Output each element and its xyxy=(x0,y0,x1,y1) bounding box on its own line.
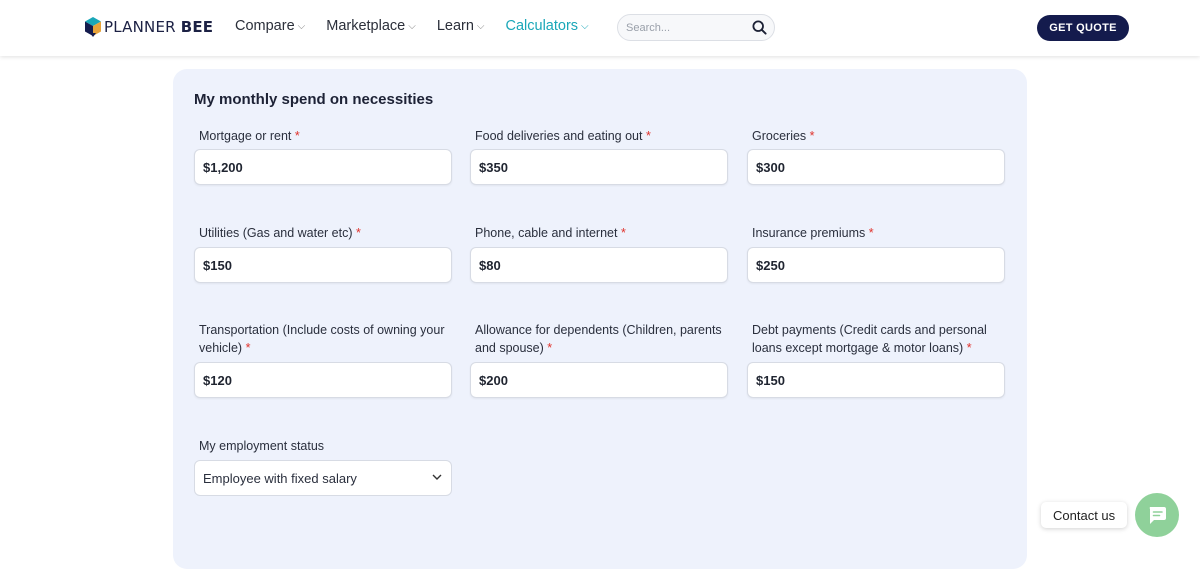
phone-input[interactable] xyxy=(470,247,728,283)
necessities-card: My monthly spend on necessities Mortgage… xyxy=(173,69,1027,569)
contact-us-label[interactable]: Contact us xyxy=(1041,502,1128,528)
search-box xyxy=(617,14,775,41)
nav-label: Learn xyxy=(436,18,474,34)
transportation-input[interactable] xyxy=(194,362,452,398)
field-utilities: Utilities (Gas and water etc) * xyxy=(194,224,452,283)
get-quote-button[interactable]: GET QUOTE xyxy=(1037,15,1129,41)
insurance-input[interactable] xyxy=(747,247,1005,283)
field-label: Insurance premiums * xyxy=(752,226,874,240)
field-label: Phone, cable and internet * xyxy=(475,226,626,240)
field-debt: Debt payments (Credit cards and personal… xyxy=(747,321,1005,398)
dependents-input[interactable] xyxy=(470,362,728,398)
field-label: My employment status xyxy=(199,439,325,453)
nav-compare[interactable]: Compare ⌵ xyxy=(235,18,305,34)
card-title: My monthly spend on necessities xyxy=(194,91,434,108)
field-groceries: Groceries * xyxy=(747,127,1005,185)
nav-learn[interactable]: Learn ⌵ xyxy=(437,18,485,34)
field-label: Food deliveries and eating out * xyxy=(475,129,651,143)
groceries-input[interactable] xyxy=(747,149,1005,185)
food-input[interactable] xyxy=(470,149,728,185)
nav-label: Calculators xyxy=(505,18,579,34)
nav-label: Compare xyxy=(235,18,295,34)
field-label: Allowance for dependents (Children, pare… xyxy=(475,323,722,355)
mortgage-input[interactable] xyxy=(194,149,452,185)
chevron-down-icon: ⌵ xyxy=(408,20,416,32)
search-icon[interactable] xyxy=(752,20,767,35)
field-transportation: Transportation (Include costs of owning … xyxy=(194,321,452,398)
field-label: Utilities (Gas and water etc) * xyxy=(199,226,361,240)
field-mortgage: Mortgage or rent * xyxy=(194,127,452,185)
employment-selected: Employee with fixed salary xyxy=(203,470,357,486)
logo-cube-icon xyxy=(85,17,101,37)
chevron-down-icon: ⌵ xyxy=(476,20,485,32)
chevron-down-icon xyxy=(432,474,442,480)
search-input[interactable] xyxy=(618,21,743,34)
nav-label: Marketplace xyxy=(326,18,406,34)
field-label: Debt payments (Credit cards and personal… xyxy=(752,323,987,355)
employment-select[interactable]: Employee with fixed salary xyxy=(194,460,452,496)
field-insurance: Insurance premiums * xyxy=(747,224,1005,283)
chat-button[interactable] xyxy=(1135,493,1179,537)
field-dependents: Allowance for dependents (Children, pare… xyxy=(470,321,728,398)
field-label: Mortgage or rent * xyxy=(199,129,300,143)
field-label: Groceries * xyxy=(752,129,815,143)
utilities-input[interactable] xyxy=(194,247,452,283)
field-phone: Phone, cable and internet * xyxy=(470,224,728,283)
logo[interactable]: PLANNER BEE xyxy=(84,16,213,38)
logo-text: PLANNER BEE xyxy=(104,18,214,36)
chevron-down-icon: ⌵ xyxy=(581,20,589,32)
nav-calculators[interactable]: Calculators ⌵ xyxy=(506,18,589,34)
chevron-down-icon: ⌵ xyxy=(297,20,306,32)
nav-marketplace[interactable]: Marketplace ⌵ xyxy=(326,18,416,34)
field-label: Transportation (Include costs of owning … xyxy=(199,323,445,355)
field-employment: My employment status Employee with fixed… xyxy=(194,437,452,496)
field-food: Food deliveries and eating out * xyxy=(470,127,728,185)
main-nav: Compare ⌵ Marketplace ⌵ Learn ⌵ Calculat… xyxy=(235,18,610,34)
chat-icon xyxy=(1149,507,1166,524)
site-header: PLANNER BEE Compare ⌵ Marketplace ⌵ Lear… xyxy=(0,0,1200,56)
debt-input[interactable] xyxy=(747,362,1005,398)
